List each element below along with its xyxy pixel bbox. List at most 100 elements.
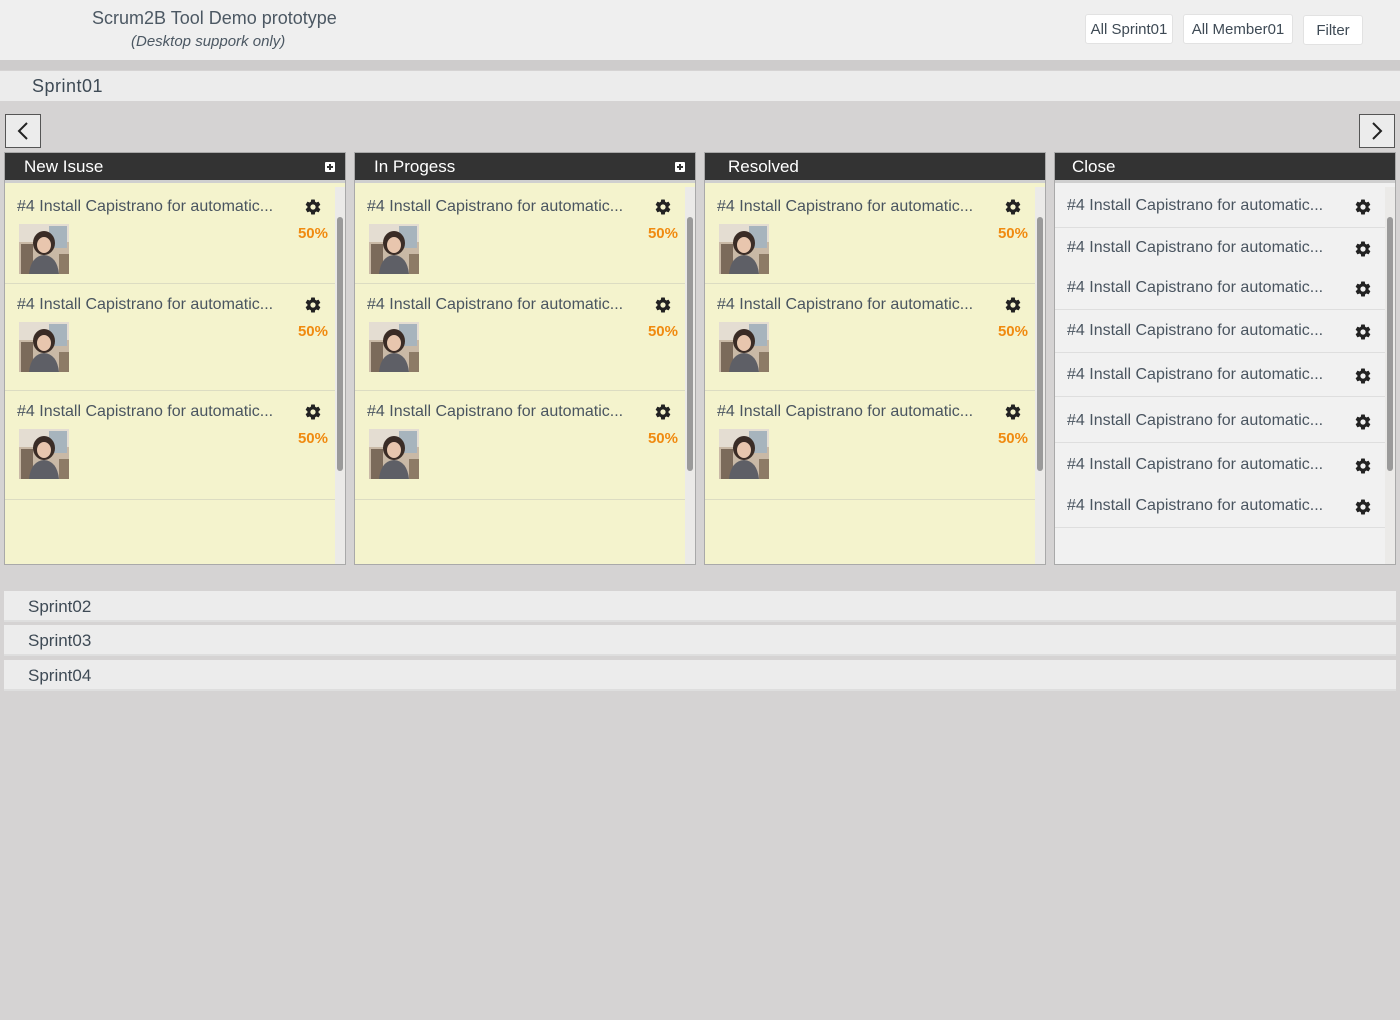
- avatar: [719, 224, 769, 274]
- list-item[interactable]: #4 Install Capistrano for automatic...: [1055, 355, 1385, 397]
- column-header: In Progess: [355, 153, 695, 183]
- gear-icon[interactable]: [1354, 457, 1372, 475]
- avatar: [719, 322, 769, 372]
- avatar: [369, 429, 419, 479]
- filter-button[interactable]: Filter: [1303, 15, 1363, 45]
- item-title: #4 Install Capistrano for automatic...: [1067, 197, 1324, 214]
- header-divider: [0, 60, 1400, 70]
- gear-icon[interactable]: [304, 403, 322, 421]
- list-item[interactable]: #4 Install Capistrano for automatic...: [1055, 445, 1385, 487]
- scrollbar[interactable]: [1387, 217, 1393, 471]
- scrollbar[interactable]: [1037, 217, 1043, 471]
- issue-card[interactable]: #4 Install Capistrano for automatic... 5…: [5, 284, 335, 391]
- card-title: #4 Install Capistrano for automatic...: [367, 296, 624, 313]
- gear-icon[interactable]: [1004, 403, 1022, 421]
- avatar: [19, 322, 69, 372]
- card-title: #4 Install Capistrano for automatic...: [367, 403, 624, 420]
- issue-card[interactable]: #4 Install Capistrano for automatic... 5…: [5, 186, 335, 284]
- sprint-title: Sprint01: [32, 76, 104, 96]
- top-header: Scrum2B Tool Demo prototype (Desktop sup…: [0, 0, 1400, 60]
- app-subtitle: (Desktop suppork only): [131, 33, 286, 50]
- issue-card[interactable]: #4 Install Capistrano for automatic... 5…: [355, 284, 685, 391]
- issue-card[interactable]: #4 Install Capistrano for automatic... 5…: [705, 186, 1035, 284]
- list-item[interactable]: #4 Install Capistrano for automatic...: [1055, 486, 1385, 528]
- gear-icon[interactable]: [1354, 323, 1372, 341]
- sprint-row-sprint04[interactable]: Sprint04: [4, 660, 1396, 691]
- gear-icon[interactable]: [1354, 240, 1372, 258]
- list-item[interactable]: #4 Install Capistrano for automatic...: [1055, 228, 1385, 270]
- list-item[interactable]: #4 Install Capistrano for automatic...: [1055, 186, 1385, 228]
- issue-card[interactable]: #4 Install Capistrano for automatic... 5…: [355, 391, 685, 500]
- avatar: [719, 429, 769, 479]
- gear-icon[interactable]: [654, 198, 672, 216]
- gear-icon[interactable]: [1354, 280, 1372, 298]
- column-header: New Isuse: [5, 153, 345, 183]
- gear-icon[interactable]: [654, 296, 672, 314]
- sprint-filter-button[interactable]: All Sprint01: [1085, 14, 1173, 44]
- issue-card[interactable]: #4 Install Capistrano for automatic... 5…: [5, 391, 335, 500]
- progress-percent: 50%: [647, 323, 678, 340]
- progress-percent: 50%: [647, 430, 678, 447]
- member-filter-button[interactable]: All Member01: [1183, 14, 1293, 44]
- card-title: #4 Install Capistrano for automatic...: [717, 198, 974, 215]
- gear-icon[interactable]: [304, 198, 322, 216]
- prev-button[interactable]: [5, 114, 41, 148]
- column-title: Resolved: [728, 156, 799, 176]
- issue-card[interactable]: #4 Install Capistrano for automatic... 5…: [355, 186, 685, 284]
- sprint-row-label: Sprint04: [28, 666, 92, 685]
- card-title: #4 Install Capistrano for automatic...: [17, 403, 274, 420]
- column-in-progress: In Progess #4 Install Capistrano for aut…: [354, 152, 696, 565]
- sprint-row-sprint02[interactable]: Sprint02: [4, 591, 1396, 622]
- progress-percent: 50%: [997, 430, 1028, 447]
- avatar: [369, 224, 419, 274]
- progress-percent: 50%: [997, 225, 1028, 242]
- column-title: Close: [1072, 156, 1116, 176]
- sprint-row-sprint03[interactable]: Sprint03: [4, 625, 1396, 656]
- sprint-bar[interactable]: Sprint01: [0, 71, 1400, 101]
- next-button[interactable]: [1359, 114, 1395, 148]
- column-close: Close #4 Install Capistrano for automati…: [1054, 152, 1396, 565]
- item-title: #4 Install Capistrano for automatic...: [1067, 322, 1324, 339]
- scrollbar[interactable]: [337, 217, 343, 471]
- list-item[interactable]: #4 Install Capistrano for automatic...: [1055, 311, 1385, 353]
- progress-percent: 50%: [997, 323, 1028, 340]
- app-title: Scrum2B Tool Demo prototype: [92, 8, 337, 28]
- add-icon[interactable]: [325, 162, 335, 172]
- scrollbar[interactable]: [687, 217, 693, 471]
- column-title: New Isuse: [24, 156, 104, 176]
- gear-icon[interactable]: [1354, 413, 1372, 431]
- card-title: #4 Install Capistrano for automatic...: [717, 296, 974, 313]
- card-title: #4 Install Capistrano for automatic...: [17, 296, 274, 313]
- gear-icon[interactable]: [654, 403, 672, 421]
- progress-percent: 50%: [297, 430, 328, 447]
- gear-icon[interactable]: [1354, 498, 1372, 516]
- card-title: #4 Install Capistrano for automatic...: [367, 198, 624, 215]
- list-item[interactable]: #4 Install Capistrano for automatic...: [1055, 401, 1385, 443]
- gear-icon[interactable]: [1004, 198, 1022, 216]
- column-new-issue: New Isuse #4 Install Capistrano for auto…: [4, 152, 346, 565]
- issue-card[interactable]: #4 Install Capistrano for automatic... 5…: [705, 391, 1035, 500]
- avatar: [19, 429, 69, 479]
- avatar: [369, 322, 419, 372]
- progress-percent: 50%: [647, 225, 678, 242]
- gear-icon[interactable]: [304, 296, 322, 314]
- card-title: #4 Install Capistrano for automatic...: [17, 198, 274, 215]
- add-icon[interactable]: [675, 162, 685, 172]
- gear-icon[interactable]: [1354, 198, 1372, 216]
- issue-card[interactable]: #4 Install Capistrano for automatic... 5…: [705, 284, 1035, 391]
- progress-percent: 50%: [297, 323, 328, 340]
- avatar: [19, 224, 69, 274]
- column-resolved: Resolved #4 Install Capistrano for autom…: [704, 152, 1046, 565]
- list-item[interactable]: #4 Install Capistrano for automatic...: [1055, 268, 1385, 310]
- gear-icon[interactable]: [1004, 296, 1022, 314]
- item-title: #4 Install Capistrano for automatic...: [1067, 456, 1324, 473]
- column-header: Close: [1055, 153, 1395, 183]
- column-header: Resolved: [705, 153, 1045, 183]
- chevron-left-icon: [17, 122, 28, 140]
- sprint-row-label: Sprint03: [28, 631, 92, 650]
- progress-percent: 50%: [297, 225, 328, 242]
- item-title: #4 Install Capistrano for automatic...: [1067, 239, 1324, 256]
- item-title: #4 Install Capistrano for automatic...: [1067, 366, 1324, 383]
- chevron-right-icon: [1372, 122, 1383, 140]
- gear-icon[interactable]: [1354, 367, 1372, 385]
